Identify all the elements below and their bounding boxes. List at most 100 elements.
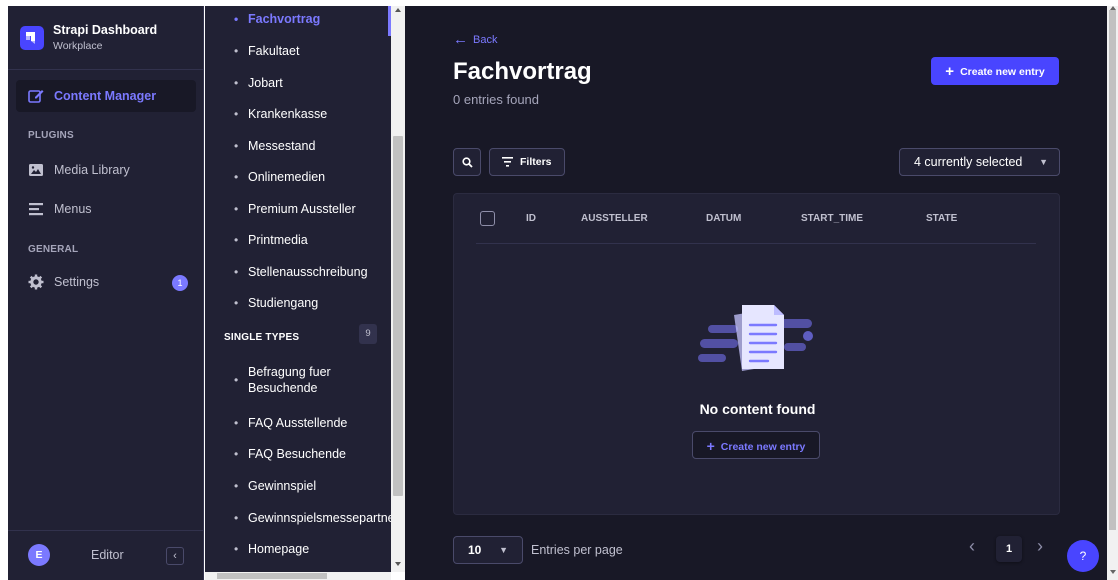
scrollbar-thumb[interactable]: [217, 573, 327, 579]
column-header[interactable]: AUSSTELLER: [581, 213, 648, 224]
subnav-item-label: Befragung fuer Besuchende: [248, 365, 331, 395]
subnav-item[interactable]: • Onlinemedien: [205, 167, 391, 189]
app-root: Strapi Dashboard Workplace Content Manag…: [0, 0, 1118, 580]
nav-label: Settings: [54, 275, 100, 289]
subnav-item-label: Onlinemedien: [248, 170, 326, 184]
brand: Strapi Dashboard Workplace: [8, 6, 204, 70]
column-header[interactable]: START_TIME: [801, 213, 863, 224]
create-new-entry-button[interactable]: + Create new entry: [931, 57, 1059, 85]
column-header[interactable]: DATUM: [706, 213, 741, 224]
page-title: Fachvortrag: [453, 58, 592, 85]
bullet-icon: •: [234, 542, 239, 556]
scroll-down-arrow-icon[interactable]: [1110, 570, 1116, 574]
strapi-logo-icon: [20, 26, 44, 50]
nav-item-content-manager[interactable]: Content Manager: [16, 80, 196, 112]
subnav-item-label: Printmedia: [248, 233, 308, 247]
scroll-up-arrow-icon[interactable]: [395, 8, 401, 12]
subnav-item-label: Messestand: [248, 139, 316, 153]
subnav-item-label: Studiengang: [248, 296, 319, 310]
bullet-icon: •: [234, 416, 239, 430]
pagination-current-page[interactable]: 1: [996, 536, 1022, 562]
nav-item-settings[interactable]: Settings 1: [16, 266, 196, 298]
filter-icon: [502, 157, 513, 167]
search-button[interactable]: [453, 148, 481, 176]
subnav-item-label: Gewinnspiel: [248, 479, 317, 493]
bullet-icon: •: [234, 139, 239, 153]
chevron-left-icon[interactable]: ‹: [969, 536, 975, 557]
entries-count: 0 entries found: [453, 92, 540, 107]
button-label: Create new entry: [720, 441, 806, 453]
bullet-icon: •: [234, 511, 239, 525]
back-label: Back: [473, 34, 498, 46]
bullet-icon: •: [234, 233, 239, 247]
single-types-heading: SINGLE TYPES: [224, 332, 300, 343]
subnav-item[interactable]: • Homepage: [205, 539, 391, 561]
bullet-icon: •: [234, 265, 239, 279]
bullet-icon: •: [234, 447, 239, 461]
subnav-item-label: FAQ Ausstellende: [248, 416, 348, 430]
subnav-item[interactable]: • Jobart: [205, 73, 391, 95]
select-all-checkbox[interactable]: [480, 211, 495, 226]
bullet-icon: •: [234, 373, 239, 387]
entries-per-page-label: Entries per page: [531, 543, 623, 557]
chevron-right-icon[interactable]: ›: [1037, 536, 1043, 557]
subnav-item-label: Gewinnspielsmessepartner: [248, 511, 391, 525]
subnav-vertical-scrollbar[interactable]: [391, 6, 405, 572]
help-button[interactable]: ?: [1067, 540, 1099, 572]
nav-label: Menus: [54, 202, 92, 216]
entries-per-page-select[interactable]: 10 ▼: [453, 536, 523, 564]
subnav-item[interactable]: • Fachvortrag: [205, 6, 391, 36]
filters-button[interactable]: Filters: [489, 148, 565, 176]
scroll-down-arrow-icon[interactable]: [395, 562, 401, 566]
plus-icon: +: [945, 63, 955, 80]
collapse-nav-button[interactable]: ‹: [166, 547, 184, 565]
column-header[interactable]: ID: [526, 213, 536, 224]
subnav-item[interactable]: • Premium Aussteller: [205, 199, 391, 221]
search-icon: [462, 157, 473, 168]
scrollbar-thumb[interactable]: [393, 136, 403, 496]
subnav-item[interactable]: • Befragung fuer Besuchende: [205, 364, 391, 395]
avatar[interactable]: E: [28, 544, 50, 566]
nav-label: Media Library: [54, 163, 130, 177]
empty-create-entry-button[interactable]: + Create new entry: [692, 431, 820, 459]
columns-select[interactable]: 4 currently selected ▼: [899, 148, 1060, 176]
nav-footer: E Editor ‹: [8, 530, 204, 580]
subnav-item[interactable]: • Stellenausschreibung: [205, 262, 391, 284]
filters-label: Filters: [520, 156, 552, 168]
subnav-item[interactable]: • FAQ Besuchende: [205, 444, 391, 466]
entries-table: ID AUSSTELLER DATUM START_TIME STATE No …: [453, 193, 1060, 515]
nav-item-menus[interactable]: Menus: [16, 193, 196, 225]
subnav-item[interactable]: • Fakultaet: [205, 41, 391, 63]
subnav-item[interactable]: • Studiengang: [205, 293, 391, 315]
subnav-item[interactable]: • Gewinnspiel: [205, 476, 391, 498]
menu-lines-icon: [29, 203, 43, 216]
empty-state-message: No content found: [699, 401, 816, 417]
subnav-horizontal-scrollbar[interactable]: [205, 572, 391, 580]
plus-icon: +: [706, 438, 715, 454]
nav-section-plugins: PLUGINS: [28, 130, 74, 141]
chevron-down-icon: ▼: [1039, 157, 1048, 167]
main-nav: Strapi Dashboard Workplace Content Manag…: [8, 6, 204, 580]
user-name: Editor: [91, 548, 124, 562]
subnav-item[interactable]: • Krankenkasse: [205, 104, 391, 126]
column-header[interactable]: STATE: [926, 213, 957, 224]
subnav-item[interactable]: • Messestand: [205, 136, 391, 158]
empty-documents-icon: [698, 305, 813, 371]
columns-select-value: 4 currently selected: [914, 155, 1023, 169]
subnav-item[interactable]: • Printmedia: [205, 230, 391, 252]
subnav-item-label: FAQ Besuchende: [248, 447, 346, 461]
button-label: Create new entry: [960, 66, 1045, 78]
image-icon: [29, 164, 43, 176]
subnav-item-label: Krankenkasse: [248, 107, 328, 121]
subnav-item[interactable]: • Gewinnspielsmessepartner: [205, 508, 391, 530]
subnav-item-label: Fachvortrag: [248, 12, 321, 26]
scrollbar-thumb[interactable]: [1109, 10, 1116, 530]
page-vertical-scrollbar[interactable]: [1107, 6, 1118, 580]
table-header-row: ID AUSSTELLER DATUM START_TIME STATE: [476, 194, 1036, 244]
nav-item-media-library[interactable]: Media Library: [16, 154, 196, 186]
subnav-item[interactable]: • FAQ Ausstellende: [205, 413, 391, 435]
subnav-item-label: Fakultaet: [248, 44, 300, 58]
subnav-item-label: Stellenausschreibung: [248, 265, 368, 279]
back-link[interactable]: ← Back: [453, 30, 498, 48]
bullet-icon: •: [234, 296, 239, 310]
